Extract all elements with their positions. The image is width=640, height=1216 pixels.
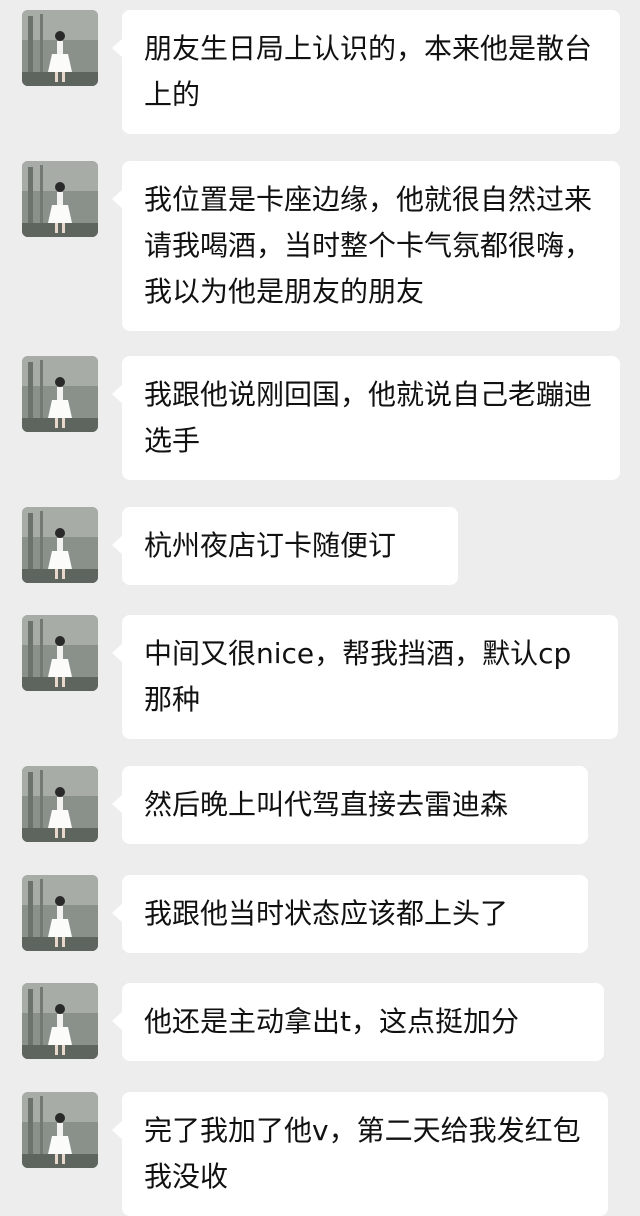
avatar-girl-white-dress-icon: [22, 1092, 98, 1168]
message-bubble[interactable]: 我跟他当时状态应该都上头了: [112, 875, 588, 953]
message-bubble[interactable]: 完了我加了他v，第二天给我发红包我没收: [112, 1092, 608, 1216]
avatar[interactable]: [22, 983, 98, 1059]
avatar-girl-white-dress-icon: [22, 875, 98, 951]
message-text: 我跟他当时状态应该都上头了: [144, 897, 509, 930]
avatar[interactable]: [22, 1092, 98, 1168]
avatar-girl-white-dress-icon: [22, 615, 98, 691]
message-bubble[interactable]: 中间又很nice，帮我挡酒，默认cp那种: [112, 615, 618, 739]
message-text: 然后晚上叫代驾直接去雷迪森: [144, 788, 509, 821]
avatar-girl-white-dress-icon: [22, 766, 98, 842]
message-text: 我跟他说刚回国，他就说自己老蹦迪选手: [144, 378, 593, 457]
avatar[interactable]: [22, 161, 98, 237]
avatar-girl-white-dress-icon: [22, 161, 98, 237]
message-text: 朋友生日局上认识的，本来他是散台上的: [144, 32, 593, 111]
message-text: 杭州夜店订卡随便订: [144, 529, 397, 562]
avatar[interactable]: [22, 875, 98, 951]
message-text: 中间又很nice，帮我挡酒，默认cp那种: [144, 637, 572, 716]
message-text: 我位置是卡座边缘，他就很自然过来请我喝酒，当时整个卡气氛都很嗨，我以为他是朋友的…: [144, 183, 593, 308]
message-text: 他还是主动拿出t，这点挺加分: [144, 1005, 519, 1038]
message-text: 完了我加了他v，第二天给我发红包我没收: [144, 1114, 581, 1193]
avatar[interactable]: [22, 356, 98, 432]
message-bubble[interactable]: 然后晚上叫代驾直接去雷迪森: [112, 766, 588, 844]
avatar[interactable]: [22, 766, 98, 842]
message-bubble[interactable]: 朋友生日局上认识的，本来他是散台上的: [112, 10, 620, 134]
avatar[interactable]: [22, 10, 98, 86]
avatar[interactable]: [22, 507, 98, 583]
message-bubble[interactable]: 杭州夜店订卡随便订: [112, 507, 458, 585]
avatar-girl-white-dress-icon: [22, 983, 98, 1059]
message-bubble[interactable]: 我位置是卡座边缘，他就很自然过来请我喝酒，当时整个卡气氛都很嗨，我以为他是朋友的…: [112, 161, 620, 331]
avatar-girl-white-dress-icon: [22, 356, 98, 432]
message-bubble[interactable]: 我跟他说刚回国，他就说自己老蹦迪选手: [112, 356, 620, 480]
avatar[interactable]: [22, 615, 98, 691]
avatar-girl-white-dress-icon: [22, 507, 98, 583]
avatar-girl-white-dress-icon: [22, 10, 98, 86]
message-bubble[interactable]: 他还是主动拿出t，这点挺加分: [112, 983, 604, 1061]
